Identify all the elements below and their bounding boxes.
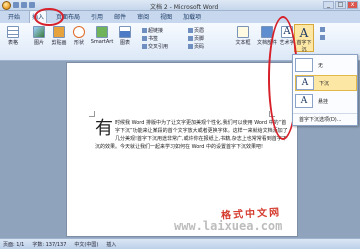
tab-references[interactable]: 引用 <box>89 11 105 23</box>
tab-mailings[interactable]: 邮件 <box>112 11 128 23</box>
status-bar: 页面: 1/1 字数: 137/137 中文(中国) 插入 <box>0 238 360 249</box>
textbox-icon <box>237 26 249 38</box>
header-icon <box>188 28 193 33</box>
dropcap-char: 有 <box>95 118 113 139</box>
textbox-button[interactable]: 文本框 <box>234 26 252 46</box>
table-icon <box>7 26 19 38</box>
chart-button[interactable]: 图表 <box>116 26 134 46</box>
table-button[interactable]: 表格 <box>4 26 22 46</box>
hyperlink-icon <box>142 28 147 33</box>
dropped-thumb-icon: A <box>296 76 314 90</box>
pagenum-icon <box>188 44 193 49</box>
undo-icon[interactable] <box>21 2 27 8</box>
maximize-button[interactable]: □ <box>335 1 346 9</box>
window-controls: _ □ x <box>323 1 358 9</box>
minimize-button[interactable]: _ <box>323 1 334 9</box>
redo-icon[interactable] <box>29 2 35 8</box>
paragraph-text: 时候我 Word 排版中为了让文字更加美观个性化,我们可以使用 Word 中的“… <box>95 120 288 150</box>
dropcap-option-dropped[interactable]: A 下沉 <box>295 75 357 91</box>
hyperlink-button[interactable]: 超链接 <box>142 27 163 34</box>
tab-home[interactable]: 开始 <box>6 11 22 23</box>
footer-button[interactable]: 页脚 <box>188 35 204 42</box>
tab-view[interactable]: 视图 <box>158 11 174 23</box>
window-title: 文档 2 - Microsoft Word <box>150 4 219 11</box>
dropcap-dropdown: 无 A 下沉 A 悬挂 首字下沉选项(D)... <box>292 54 358 126</box>
dropcap-button[interactable]: A 首字下沉 <box>294 24 314 53</box>
smartart-icon <box>96 26 108 38</box>
chart-icon <box>119 26 131 38</box>
dropcap-options-link[interactable]: 首字下沉选项(D)... <box>293 113 357 123</box>
picture-icon <box>33 26 45 38</box>
dropcap-option-margin[interactable]: A 悬挂 <box>295 93 357 109</box>
quick-access-toolbar <box>13 2 35 8</box>
picture-button[interactable]: 图片 <box>30 26 48 46</box>
highlight-ring-insert-tab <box>34 8 64 26</box>
document-body[interactable]: 有 时候我 Word 排版中为了让文字更加美观个性化,我们可以使用 Word 中… <box>95 119 291 151</box>
margin-corner <box>89 111 95 117</box>
equation-icon <box>320 35 325 40</box>
shapes-icon <box>73 26 85 38</box>
symbol-button[interactable] <box>320 27 326 33</box>
equation-button[interactable] <box>320 35 326 41</box>
site-watermark: www.laixuea.com <box>174 219 283 233</box>
dropcap-icon: A <box>299 26 309 40</box>
office-button[interactable] <box>2 1 11 10</box>
header-button[interactable]: 页眉 <box>188 27 204 34</box>
bookmark-button[interactable]: 书签 <box>142 35 158 42</box>
status-words[interactable]: 字数: 137/137 <box>32 241 66 248</box>
status-language[interactable]: 中文(中国) <box>74 241 98 248</box>
none-thumb-icon <box>295 58 313 72</box>
clipart-icon <box>53 26 65 38</box>
clipart-button[interactable]: 剪贴画 <box>50 26 68 46</box>
crossref-icon <box>142 44 147 49</box>
dropcap-option-none[interactable]: 无 <box>295 57 357 73</box>
status-insert[interactable]: 插入 <box>106 241 116 248</box>
document-page[interactable]: 有 时候我 Word 排版中为了让文字更加美观个性化,我们可以使用 Word 中… <box>66 62 298 237</box>
bookmark-icon <box>142 36 147 41</box>
tab-review[interactable]: 审阅 <box>135 11 151 23</box>
margin-thumb-icon: A <box>295 94 313 108</box>
shapes-button[interactable]: 形状 <box>70 26 88 46</box>
footer-icon <box>188 36 193 41</box>
close-button[interactable]: x <box>347 1 358 9</box>
symbol-icon <box>320 27 325 32</box>
status-page[interactable]: 页面: 1/1 <box>3 241 24 248</box>
tab-addins[interactable]: 加载项 <box>181 11 203 23</box>
smartart-button[interactable]: SmartArt <box>90 26 114 45</box>
save-icon[interactable] <box>13 2 19 8</box>
pagenum-button[interactable]: 页码 <box>188 43 204 50</box>
crossref-button[interactable]: 交叉引用 <box>142 43 168 50</box>
